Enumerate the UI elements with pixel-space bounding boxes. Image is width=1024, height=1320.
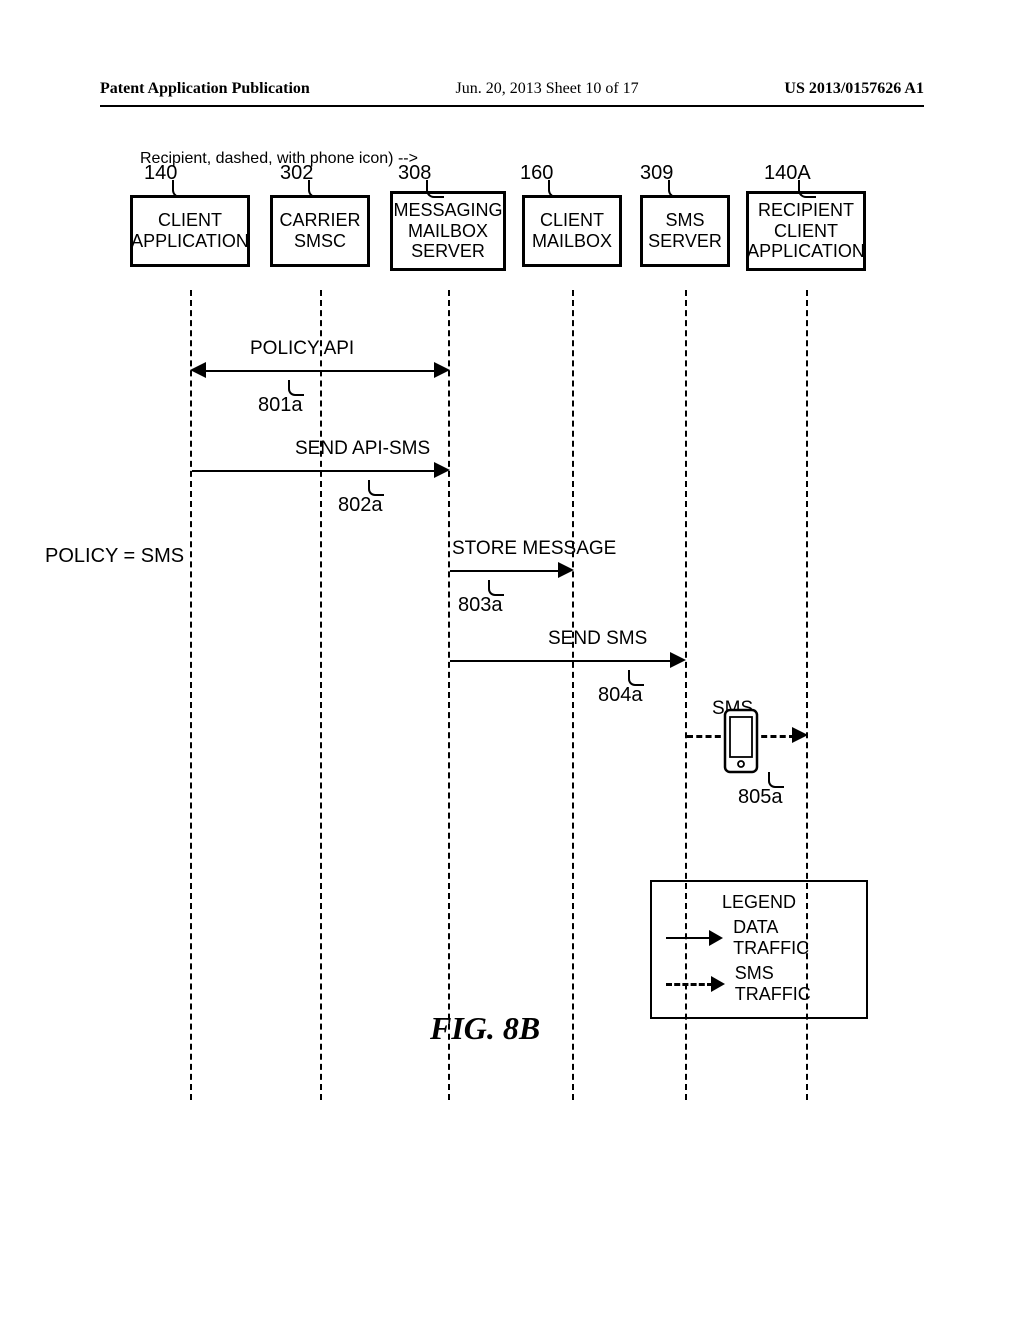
- arrowhead-right-icon: [670, 652, 686, 668]
- sequence-diagram: 140 CLIENT APPLICATION 302 CARRIER SMSC …: [140, 150, 860, 1150]
- arrow-solid-icon: [666, 930, 723, 946]
- lifeline-client-mailbox: [572, 290, 574, 1100]
- policy-label: POLICY = SMS: [45, 545, 184, 568]
- legend-row-data: DATA TRAFFIC: [666, 917, 852, 959]
- legend-title: LEGEND: [666, 892, 852, 913]
- msg-ref-805a: 805a: [738, 786, 783, 809]
- legend-row-sms: SMS TRAFFIC: [666, 963, 852, 1005]
- actor-label: MESSAGING MAILBOX SERVER: [393, 200, 502, 262]
- legend-box: LEGEND DATA TRAFFIC SMS TRAFFIC: [650, 880, 868, 1019]
- actor-client-mailbox: CLIENT MAILBOX: [522, 195, 622, 267]
- arrow-dashed-icon: [666, 976, 725, 992]
- arrowhead-left-icon: [190, 362, 206, 378]
- arrowhead-right-icon: [434, 462, 450, 478]
- arrow-send-sms: [450, 660, 672, 662]
- phone-icon: [721, 708, 761, 774]
- msg-ref-802a: 802a: [338, 494, 383, 517]
- actor-label: RECIPIENT CLIENT APPLICATION: [747, 200, 865, 262]
- arrowhead-right-icon: [434, 362, 450, 378]
- msg-ref-801a: 801a: [258, 394, 303, 417]
- legend-data-traffic: DATA TRAFFIC: [733, 917, 852, 959]
- header-left: Patent Application Publication: [100, 80, 310, 98]
- msg-store-message-label: STORE MESSAGE: [452, 538, 616, 560]
- actor-sms-server: SMS SERVER: [640, 195, 730, 267]
- actor-client-application: CLIENT APPLICATION: [130, 195, 250, 267]
- arrowhead-right-icon: [792, 727, 808, 743]
- actor-label: CARRIER SMSC: [279, 210, 360, 251]
- page-header: Patent Application Publication Jun. 20, …: [100, 80, 924, 98]
- actor-recipient-client-application: RECIPIENT CLIENT APPLICATION: [746, 191, 866, 271]
- actor-messaging-mailbox-server: MESSAGING MAILBOX SERVER: [390, 191, 506, 271]
- arrowhead-right-icon: [558, 562, 574, 578]
- msg-ref-803a: 803a: [458, 594, 503, 617]
- msg-send-sms-label: SEND SMS: [548, 628, 647, 650]
- header-mid: Jun. 20, 2013 Sheet 10 of 17: [456, 80, 639, 98]
- msg-send-api-sms-label: SEND API-SMS: [295, 438, 430, 460]
- figure-label: FIG. 8B: [430, 1010, 540, 1047]
- legend-sms-traffic: SMS TRAFFIC: [735, 963, 852, 1005]
- arrow-policy-api: [202, 370, 438, 372]
- arrow-store-message: [450, 570, 560, 572]
- actor-label: CLIENT APPLICATION: [131, 210, 249, 251]
- msg-ref-804a: 804a: [598, 684, 643, 707]
- msg-policy-api-label: POLICY API: [250, 338, 354, 360]
- actors-row: 140 CLIENT APPLICATION 302 CARRIER SMSC …: [140, 150, 860, 290]
- lifeline-mailbox-server: [448, 290, 450, 1100]
- arrow-send-api-sms: [192, 470, 436, 472]
- actor-label: CLIENT MAILBOX: [532, 210, 612, 251]
- header-right: US 2013/0157626 A1: [784, 80, 924, 98]
- actor-carrier-smsc: CARRIER SMSC: [270, 195, 370, 267]
- header-rule: [100, 105, 924, 107]
- actor-label: SMS SERVER: [648, 210, 722, 251]
- lifeline-carrier-smsc: [320, 290, 322, 1100]
- lifeline-client-app: [190, 290, 192, 1100]
